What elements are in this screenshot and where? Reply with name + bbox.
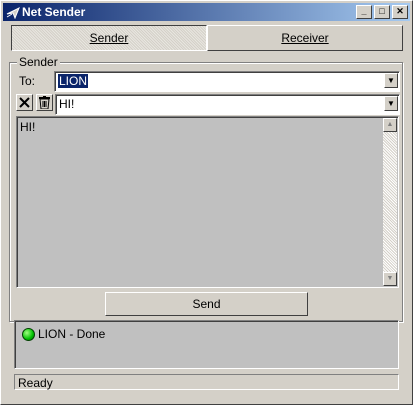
message-history-value: HI! xyxy=(59,97,75,111)
status-bar-text: Ready xyxy=(18,376,53,390)
recipient-value: LION xyxy=(58,74,89,88)
close-button[interactable]: ✕ xyxy=(392,5,408,19)
send-button-label: Send xyxy=(192,297,221,311)
maximize-button[interactable]: □ xyxy=(374,5,390,19)
message-history-combobox[interactable]: HI! ▼ xyxy=(55,94,400,115)
tab-receiver-label: Receiver xyxy=(281,31,329,45)
minimize-button[interactable]: _ xyxy=(356,5,372,19)
delete-button[interactable] xyxy=(36,94,53,111)
trash-icon xyxy=(39,96,50,110)
chevron-down-icon[interactable]: ▼ xyxy=(384,73,398,88)
tab-receiver[interactable]: Receiver xyxy=(207,25,403,51)
scroll-up-icon[interactable]: ▲ xyxy=(383,118,397,132)
scroll-down-icon[interactable]: ▼ xyxy=(383,272,397,286)
chevron-down-icon[interactable]: ▼ xyxy=(384,96,398,111)
sender-group-label: Sender xyxy=(17,55,60,69)
x-icon xyxy=(19,97,30,108)
tab-sender[interactable]: Sender xyxy=(11,25,207,51)
clear-button[interactable] xyxy=(16,94,33,111)
status-bar: Ready xyxy=(14,374,399,390)
status-entry: LION - Done xyxy=(38,327,106,341)
message-textarea[interactable]: HI! ▲ ▼ xyxy=(16,116,399,288)
status-led-icon xyxy=(22,328,35,341)
net-sender-icon xyxy=(6,6,20,19)
to-label: To: xyxy=(19,74,36,88)
status-log: LION - Done xyxy=(14,320,399,369)
title-bar[interactable]: Net Sender _ □ ✕ xyxy=(3,3,410,21)
window-title: Net Sender xyxy=(22,5,86,19)
send-button[interactable]: Send xyxy=(105,292,308,316)
recipient-combobox[interactable]: LION ▼ xyxy=(54,71,400,92)
tab-sender-label: Sender xyxy=(89,31,129,45)
message-body: HI! xyxy=(20,120,36,134)
vertical-scrollbar[interactable]: ▲ ▼ xyxy=(383,118,397,286)
